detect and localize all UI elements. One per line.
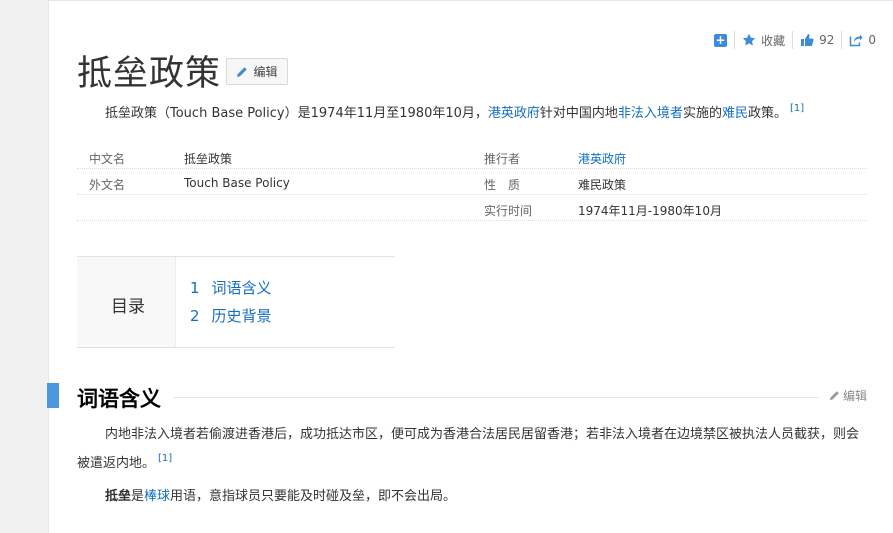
toc-item-1[interactable]: 1 词语含义 [190,277,272,298]
toc-header: 目录 [77,257,176,347]
edit-button[interactable]: 编辑 [226,58,288,85]
toc-item-2[interactable]: 2 历史背景 [190,305,272,326]
page-title: 抵垒政策 [77,54,222,94]
toc-label: 历史背景 [211,307,272,325]
toc-number: 2 [190,307,200,325]
pencil-icon [829,391,839,401]
star-icon [742,33,756,46]
info-row: 外文名 Touch Base Policy 性 质 难民政策 [77,169,867,195]
edit-button-label: 编辑 [253,65,278,79]
section-divider [174,397,819,398]
info-value: 难民政策 [578,178,627,192]
reference-link[interactable]: [1] [158,453,172,464]
section-marker [47,383,59,408]
like-button[interactable]: 92 [792,31,841,49]
summary-text: 政策。 [747,106,787,121]
article-toolbar: + 收藏 92 0 [707,30,883,50]
section-paragraph: 抵垒是棒球用语，意指球员只要能及时碰及垒，即不会出局。 [77,485,869,509]
info-value: 抵垒政策 [184,152,233,166]
section-edit-button[interactable]: 编辑 [829,387,867,404]
summary-text: 实施的 [682,106,722,121]
info-value: 1974年11月-1980年10月 [578,204,722,218]
section-title: 词语含义 [77,387,161,411]
add-button[interactable]: + [707,31,734,49]
link-refugee[interactable]: 难民 [722,106,748,121]
like-count: 92 [819,33,835,47]
link-baseball[interactable]: 棒球 [144,489,170,504]
reference-link[interactable]: [1] [790,103,804,114]
link-hk-government[interactable]: 港英政府 [488,106,540,121]
info-label: 推行者 [484,152,521,166]
summary-text: 抵垒政策（Touch Base Policy）是1974年11月至1980年10… [105,106,488,121]
paragraph-text: 用语，意指球员只要能及时碰及垒，即不会出局。 [170,489,457,504]
toc-label: 词语含义 [211,279,272,297]
paragraph-text: 是 [131,489,145,504]
article-summary: 抵垒政策（Touch Base Policy）是1974年11月至1980年10… [105,102,804,121]
share-button[interactable]: 0 [841,31,883,49]
favorite-label: 收藏 [761,33,786,48]
table-of-contents: 目录 1 词语含义 2 历史背景 [77,256,395,348]
plus-icon: + [714,32,728,47]
bold-term: 抵垒 [105,489,132,504]
info-row: 实行时间 1974年11月-1980年10月 [77,195,867,221]
share-count: 0 [868,33,876,47]
section-edit-label: 编辑 [842,389,867,403]
thumbs-up-icon [801,34,814,46]
info-value: Touch Base Policy [184,176,290,190]
favorite-button[interactable]: 收藏 [734,31,792,49]
info-row: 中文名 抵垒政策 推行者 港英政府 [77,143,867,169]
summary-text: 针对中国内地 [539,106,618,121]
info-label: 性 质 [484,178,521,192]
section-paragraph: 内地非法入境者若偷渡进香港后，成功抵达市区，便可成为香港合法居民居留香港；若非法… [77,423,869,476]
toc-title: 目录 [111,297,145,317]
toc-number: 1 [190,279,200,297]
info-label: 中文名 [89,152,126,166]
info-box: 中文名 抵垒政策 推行者 港英政府 外文名 Touch Base Policy … [77,143,867,221]
link-illegal-immigrants[interactable]: 非法入境者 [618,106,683,121]
article-page: + 收藏 92 0 抵垒政策 编辑 抵垒政策（Touch Base Policy… [47,0,893,533]
info-label: 外文名 [89,178,126,192]
info-label: 实行时间 [484,204,533,218]
info-value-link[interactable]: 港英政府 [578,150,626,167]
share-icon [850,34,863,47]
paragraph-text: 内地非法入境者若偷渡进香港后，成功抵达市区，便可成为香港合法居民居留香港；若非法… [77,427,860,471]
pencil-icon [237,66,248,77]
